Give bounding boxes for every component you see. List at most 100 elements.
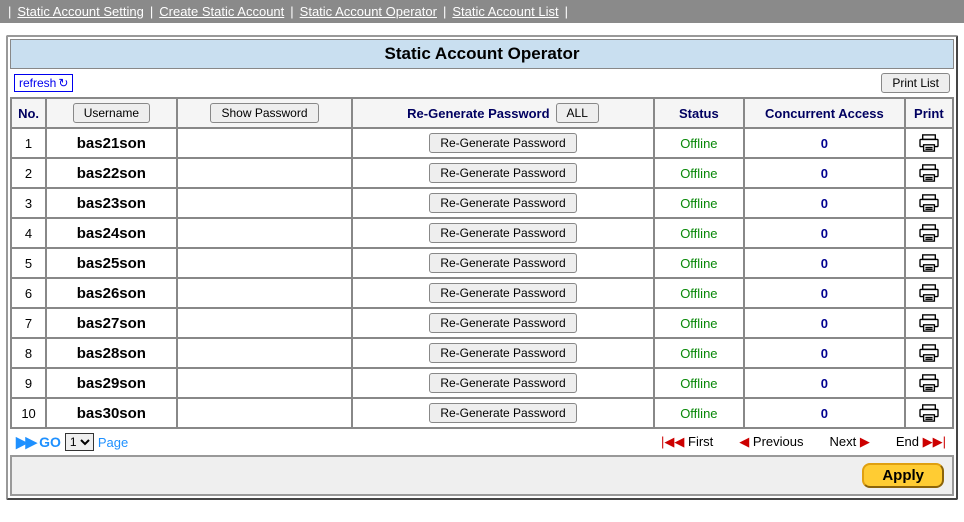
- main-panel: Static Account Operator refresh ↻ Print …: [6, 35, 958, 500]
- table-row: 5bas25sonRe-Generate PasswordOffline0: [11, 248, 953, 278]
- cell-password: [177, 338, 353, 368]
- page-select[interactable]: 1: [65, 433, 94, 451]
- cell-concurrent: 0: [744, 218, 905, 248]
- cell-print: [905, 368, 953, 398]
- cell-status: Offline: [654, 398, 744, 428]
- username-header-button[interactable]: Username: [73, 103, 150, 123]
- go-button[interactable]: GO: [39, 434, 61, 450]
- cell-username: bas26son: [46, 278, 177, 308]
- cell-no: 7: [11, 308, 46, 338]
- nav-link-static-account-list[interactable]: Static Account List: [452, 4, 558, 19]
- regenerate-password-button[interactable]: Re-Generate Password: [429, 403, 576, 423]
- cell-regen: Re-Generate Password: [352, 368, 653, 398]
- printer-icon[interactable]: [912, 374, 946, 392]
- th-concurrent: Concurrent Access: [744, 98, 905, 128]
- printer-icon[interactable]: [912, 314, 946, 332]
- cell-status: Offline: [654, 368, 744, 398]
- pager-previous[interactable]: ◀ Previous: [739, 434, 803, 450]
- th-regenerate-label: Re-Generate Password: [407, 106, 549, 121]
- footer: Apply: [10, 455, 954, 496]
- cell-regen: Re-Generate Password: [352, 248, 653, 278]
- regenerate-password-button[interactable]: Re-Generate Password: [429, 373, 576, 393]
- printer-icon[interactable]: [912, 164, 946, 182]
- regenerate-password-button[interactable]: Re-Generate Password: [429, 283, 576, 303]
- th-no: No.: [11, 98, 46, 128]
- refresh-label: refresh: [19, 76, 56, 90]
- nav-sep: |: [290, 4, 293, 19]
- nav-link-create-static-account[interactable]: Create Static Account: [159, 4, 284, 19]
- cell-print: [905, 338, 953, 368]
- nav-sep: |: [8, 4, 11, 19]
- cell-concurrent: 0: [744, 248, 905, 278]
- cell-username: bas27son: [46, 308, 177, 338]
- toolbar: refresh ↻ Print List: [10, 71, 954, 97]
- page-title: Static Account Operator: [10, 39, 954, 69]
- cell-no: 9: [11, 368, 46, 398]
- cell-status: Offline: [654, 218, 744, 248]
- cell-password: [177, 188, 353, 218]
- refresh-icon: ↻: [58, 76, 68, 90]
- table-row: 4bas24son Re-Generate Password Offline0: [11, 218, 953, 248]
- table-row: 2bas22sonRe-Generate PasswordOffline0: [11, 158, 953, 188]
- printer-icon[interactable]: [912, 134, 946, 152]
- cell-print: [905, 308, 953, 338]
- cell-no: 10: [11, 398, 46, 428]
- table-row: 8bas28sonRe-Generate PasswordOffline0: [11, 338, 953, 368]
- cell-regen: Re-Generate Password: [352, 128, 653, 158]
- regenerate-password-button[interactable]: Re-Generate Password: [429, 253, 576, 273]
- regenerate-all-button[interactable]: ALL: [556, 103, 599, 123]
- printer-icon[interactable]: [912, 404, 946, 422]
- cell-concurrent: 0: [744, 188, 905, 218]
- regenerate-password-button[interactable]: Re-Generate Password: [429, 343, 576, 363]
- cell-print: [905, 188, 953, 218]
- cell-username: bas21son: [46, 128, 177, 158]
- regenerate-password-button[interactable]: Re-Generate Password: [429, 133, 576, 153]
- cell-username: bas25son: [46, 248, 177, 278]
- printer-icon[interactable]: [912, 194, 946, 212]
- page-label: Page: [98, 435, 128, 450]
- cell-regen: Re-Generate Password: [352, 338, 653, 368]
- cell-print: [905, 158, 953, 188]
- pager-next-label: Next: [830, 434, 857, 449]
- nav-link-static-account-setting[interactable]: Static Account Setting: [17, 4, 143, 19]
- cell-no: 5: [11, 248, 46, 278]
- cell-no: 8: [11, 338, 46, 368]
- print-list-button[interactable]: Print List: [881, 73, 950, 93]
- printer-icon[interactable]: [912, 254, 946, 272]
- pager-first[interactable]: |◀◀ First: [661, 434, 713, 450]
- cell-password: [177, 308, 353, 338]
- cell-username: bas24son: [46, 218, 177, 248]
- show-password-button[interactable]: Show Password: [210, 103, 318, 123]
- pager-next[interactable]: Next ▶: [830, 434, 870, 450]
- printer-icon[interactable]: [912, 224, 946, 242]
- pager-first-label: First: [688, 434, 713, 449]
- refresh-button[interactable]: refresh ↻: [14, 74, 73, 92]
- cell-regen: Re-Generate Password: [352, 308, 653, 338]
- cell-concurrent: 0: [744, 158, 905, 188]
- cell-username: bas29son: [46, 368, 177, 398]
- cell-status: Offline: [654, 338, 744, 368]
- pager-prev-label: Previous: [753, 434, 804, 449]
- printer-icon[interactable]: [912, 284, 946, 302]
- cell-no: 4: [11, 218, 46, 248]
- cell-print: [905, 248, 953, 278]
- regenerate-password-button[interactable]: Re-Generate Password: [429, 163, 576, 183]
- cell-no: 3: [11, 188, 46, 218]
- cell-status: Offline: [654, 158, 744, 188]
- printer-icon[interactable]: [912, 344, 946, 362]
- th-regenerate: Re-Generate Password ALL: [352, 98, 653, 128]
- cell-password: [177, 398, 353, 428]
- go-arrow-icon: ▶▶: [16, 433, 35, 451]
- pager-end[interactable]: End ▶▶|: [896, 434, 946, 450]
- nav-link-static-account-operator[interactable]: Static Account Operator: [300, 4, 437, 19]
- cell-password: [177, 158, 353, 188]
- regenerate-password-button[interactable]: Re-Generate Password: [429, 223, 576, 243]
- th-username: Username: [46, 98, 177, 128]
- cell-status: Offline: [654, 188, 744, 218]
- cell-regen: Re-Generate Password: [352, 278, 653, 308]
- regenerate-password-button[interactable]: Re-Generate Password: [429, 193, 576, 213]
- regenerate-password-button[interactable]: Re-Generate Password: [429, 313, 576, 333]
- cell-regen: Re-Generate Password: [352, 188, 653, 218]
- apply-button[interactable]: Apply: [862, 463, 944, 488]
- table-row: 9bas29sonRe-Generate PasswordOffline0: [11, 368, 953, 398]
